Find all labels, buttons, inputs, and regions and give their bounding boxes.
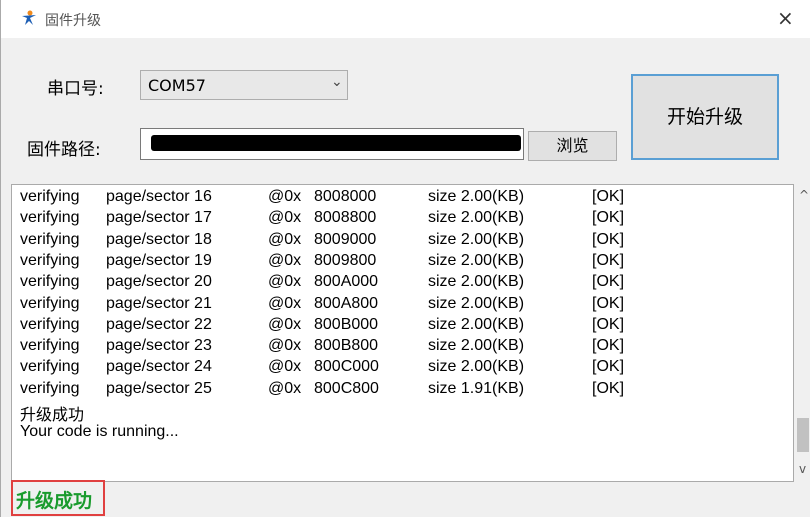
- log-cell: size 2.00(KB): [428, 209, 525, 227]
- log-cell: verifying: [20, 315, 80, 333]
- path-label: 固件路径:: [27, 140, 101, 160]
- log-cell: size 2.00(KB): [428, 337, 525, 355]
- browse-button[interactable]: 浏览: [528, 131, 617, 161]
- log-cell: [OK]: [592, 251, 625, 269]
- log-cell: @0x: [268, 209, 302, 227]
- log-cell: @0x: [268, 379, 302, 397]
- log-cell: page/sector 21: [106, 294, 212, 312]
- log-cell: [OK]: [592, 273, 625, 291]
- log-cell: [OK]: [592, 337, 625, 355]
- log-cell: page/sector 16: [106, 188, 212, 205]
- log-cell: 8008000: [314, 188, 377, 205]
- log-cell: [OK]: [592, 315, 625, 333]
- log-cell: 800A000: [314, 273, 379, 291]
- log-cell: size 2.00(KB): [428, 251, 525, 269]
- log-cell: verifying: [20, 379, 80, 397]
- log-cell: verifying: [20, 251, 80, 269]
- close-icon[interactable]: ×: [777, 6, 794, 30]
- scrollbar-thumb[interactable]: [797, 418, 809, 452]
- log-cell: 8008800: [314, 209, 377, 227]
- log-cell: [OK]: [592, 379, 625, 397]
- log-cell: page/sector 25: [106, 379, 212, 397]
- log-cell: page/sector 18: [106, 230, 212, 248]
- log-cell: page/sector 20: [106, 273, 212, 291]
- status-text: 升级成功: [11, 480, 105, 516]
- log-cell: verifying: [20, 230, 80, 248]
- log-cell: verifying: [20, 188, 80, 205]
- log-cell: @0x: [268, 251, 302, 269]
- log-cell: [OK]: [592, 358, 625, 376]
- chevron-down-icon[interactable]: ⌄: [331, 74, 343, 90]
- window-title: 固件升级: [45, 13, 101, 29]
- log-cell: page/sector 24: [106, 358, 212, 376]
- log-line: Your code is running...: [20, 423, 179, 440]
- app-logo-icon: [22, 10, 36, 25]
- scroll-up-icon[interactable]: ^: [799, 188, 809, 202]
- log-cell: page/sector 23: [106, 337, 212, 355]
- log-cell: size 2.00(KB): [428, 230, 525, 248]
- log-cell: size 2.00(KB): [428, 315, 525, 333]
- log-cell: [OK]: [592, 294, 625, 312]
- log-cell: verifying: [20, 337, 80, 355]
- log-cell: size 2.00(KB): [428, 294, 525, 312]
- log-cell: @0x: [268, 358, 302, 376]
- log-cell: 800B000: [314, 315, 379, 333]
- log-cell: @0x: [268, 337, 302, 355]
- log-cell: 800B800: [314, 337, 379, 355]
- log-cell: @0x: [268, 188, 302, 205]
- log-cell: [OK]: [592, 209, 625, 227]
- log-cell: @0x: [268, 294, 302, 312]
- port-select[interactable]: COM57: [140, 70, 348, 100]
- log-cell: 8009800: [314, 251, 377, 269]
- firmware-upgrade-window: 固件升级 × 串口号: COM57 ⌄ 固件路径: 浏览 开始升级 verify…: [0, 0, 810, 517]
- log-output[interactable]: verifying page/sector 16 @0x 8008000 size 2.…: [11, 184, 794, 482]
- log-cell: [OK]: [592, 188, 625, 205]
- redacted-path: [151, 135, 521, 151]
- log-cell: verifying: [20, 273, 80, 291]
- log-cell: @0x: [268, 230, 302, 248]
- log-cell: size 2.00(KB): [428, 188, 525, 205]
- log-cell: [OK]: [592, 230, 625, 248]
- log-cell: 800A800: [314, 294, 379, 312]
- port-label: 串口号:: [47, 79, 104, 99]
- log-cell: verifying: [20, 209, 80, 227]
- log-cell: 8009000: [314, 230, 377, 248]
- scroll-down-icon[interactable]: v: [799, 462, 806, 476]
- log-cell: @0x: [268, 273, 302, 291]
- log-cell: @0x: [268, 315, 302, 333]
- start-upgrade-button[interactable]: 开始升级: [631, 74, 779, 160]
- log-line: 升级成功: [20, 407, 85, 424]
- log-cell: 800C000: [314, 358, 379, 376]
- log-cell: page/sector 19: [106, 251, 212, 269]
- log-cell: verifying: [20, 358, 80, 376]
- log-cell: page/sector 22: [106, 315, 212, 333]
- log-cell: size 2.00(KB): [428, 273, 525, 291]
- title-bar: 固件升级 ×: [1, 0, 810, 38]
- log-cell: size 2.00(KB): [428, 358, 525, 376]
- log-cell: size 1.91(KB): [428, 379, 525, 397]
- log-cell: verifying: [20, 294, 80, 312]
- log-cell: 800C800: [314, 379, 379, 397]
- log-cell: page/sector 17: [106, 209, 212, 227]
